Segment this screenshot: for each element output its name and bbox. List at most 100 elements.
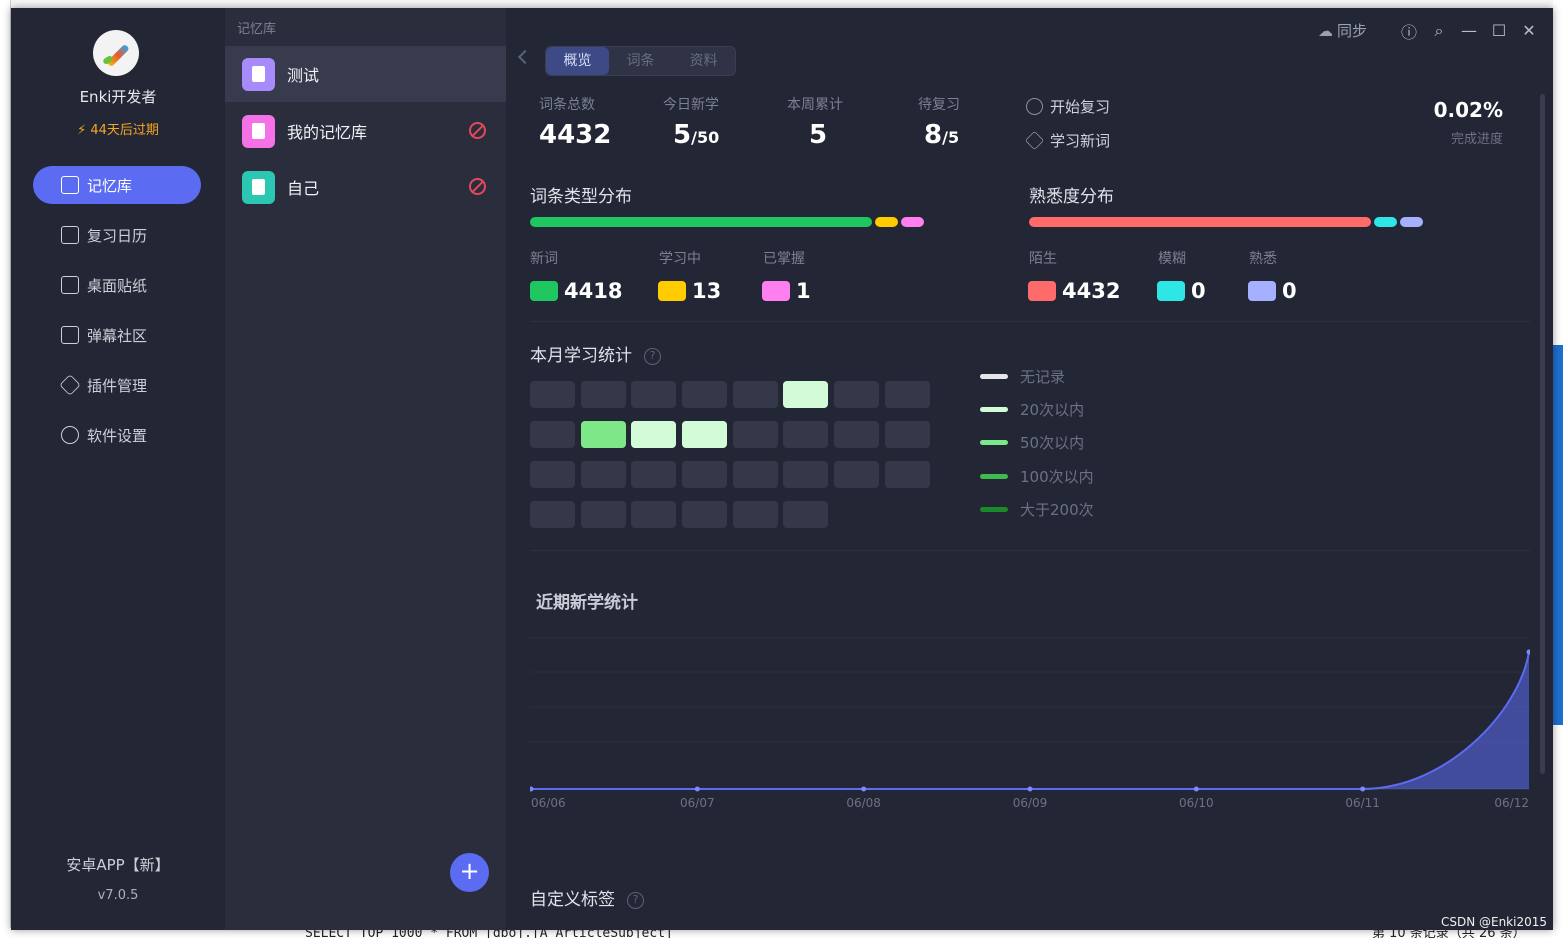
heatmap-cell[interactable] [732,421,778,448]
library-item[interactable]: 自己 [225,159,506,215]
android-app-link[interactable]: 安卓APP【新】 [11,854,225,875]
type-bar-learning [875,217,898,227]
search-icon[interactable]: ⌕ [1429,21,1449,41]
document-icon [61,176,79,194]
heatmap-cell[interactable] [834,381,880,408]
stat-label: 今日新学 [663,97,719,113]
chart-area [531,652,1529,789]
heatmap-cell[interactable] [783,501,829,528]
heatmap-cell[interactable] [530,381,575,408]
start-review-button[interactable]: 开始复习 [1026,96,1110,117]
heatmap-cell[interactable] [783,381,829,408]
heatmap-cell[interactable] [580,381,626,408]
heatmap-cell[interactable] [834,461,880,488]
type-dist-title: 词条类型分布 [530,187,632,207]
chart-point [1193,786,1199,792]
month-heatmap [530,381,930,528]
heatmap-cell[interactable] [732,501,778,528]
section-divider [530,321,1530,322]
chart-point [530,786,534,792]
minimize-icon[interactable]: — [1459,21,1479,41]
heatmap-cell[interactable] [580,501,626,528]
expire-badge: ⚡ 44天后过期 [11,119,225,138]
heatmap-cell[interactable] [732,461,778,488]
notebook-icon [242,57,275,91]
month-stats-title: 本月学习统计? [530,341,661,366]
type-bar-new [530,217,872,227]
heatmap-legend-item: 大于200次 [980,499,1094,520]
help-icon[interactable]: ? [644,348,661,365]
stat-label: 待复习 [918,97,960,113]
cube-icon [59,374,81,396]
disabled-icon[interactable] [469,178,486,195]
heatmap-cell[interactable] [884,421,930,448]
heatmap-cell[interactable] [530,501,575,528]
sidebar-item-sticker[interactable]: 桌面贴纸 [33,266,201,304]
heatmap-cell[interactable] [682,461,728,488]
heatmap-legend-item: 100次以内 [980,466,1094,487]
heatmap-cell[interactable] [631,461,677,488]
sidebar-item-label: 插件管理 [87,376,148,395]
heatmap-cell[interactable] [682,381,728,408]
heatmap-cell[interactable] [834,421,880,448]
stat-value: 5 [809,120,828,150]
sidebar-item-community[interactable]: 弹幕社区 [33,316,201,354]
section-divider [530,550,1530,551]
heatmap-cell[interactable] [631,421,677,448]
sidebar-item-label: 弹幕社区 [87,326,148,345]
start-review-label: 开始复习 [1050,98,1111,116]
stat-today: 今日新学 5/50 [663,94,719,150]
sidebar-item-settings[interactable]: 软件设置 [33,416,201,454]
library-item[interactable]: 测试 [225,46,506,102]
notebook-icon [242,114,275,148]
type-value-new: 4418 [530,279,622,303]
library-header: 记忆库 [237,22,277,37]
chart-x-tick-label: 06/07 [680,796,715,810]
maximize-icon[interactable]: ☐ [1489,21,1509,41]
disabled-icon[interactable] [469,122,486,139]
learn-new-button[interactable]: 学习新词 [1024,130,1110,151]
tab-overview[interactable]: 概览 [546,47,609,75]
heatmap-cell[interactable] [884,461,930,488]
add-library-button[interactable]: + [450,853,489,892]
tab-materials[interactable]: 资料 [672,47,735,75]
heatmap-cell[interactable] [682,501,728,528]
stat-value: 4432 [539,120,612,150]
heatmap-cell[interactable] [783,461,829,488]
sync-button[interactable]: ☁ 同步 [1318,20,1367,41]
back-arrow-icon[interactable] [517,49,533,65]
heatmap-cell[interactable] [732,381,778,408]
avatar[interactable] [93,30,139,76]
heatmap-cell[interactable] [682,421,728,448]
vip-icon: ⚡ [77,123,87,138]
app-version: v7.0.5 [97,888,139,903]
sync-label: 同步 [1336,22,1367,40]
heatmap-cell[interactable] [530,461,575,488]
chart-x-tick-label: 06/06 [531,796,566,810]
heatmap-cell[interactable] [580,461,626,488]
library-item[interactable]: 我的记忆库 [225,103,506,159]
tab-entries[interactable]: 词条 [609,47,672,75]
heatmap-cell[interactable] [580,421,626,448]
chart-series-line [531,651,1530,790]
heatmap-cell[interactable] [631,501,677,528]
heatmap-cell[interactable] [783,421,829,448]
stat-label: 词条总数 [539,97,595,113]
sidebar-item-library[interactable]: 记忆库 [33,166,201,204]
library-item-name: 我的记忆库 [287,123,368,142]
close-icon[interactable]: ✕ [1519,21,1539,41]
heatmap-legend-item: 20次以内 [980,399,1084,420]
heatmap-cell[interactable] [631,381,677,408]
main-scrollbar[interactable] [1540,94,1545,774]
type-label-learning: 学习中 [659,251,701,267]
fam-label-strange: 陌生 [1029,251,1057,267]
expire-text: 44天后过期 [90,123,159,138]
heatmap-cell[interactable] [530,421,575,448]
heatmap-cell[interactable] [884,381,930,408]
chart-x-tick-label: 06/08 [846,796,881,810]
alarm-icon [1026,98,1043,115]
help-icon[interactable]: ⓘ [1399,21,1419,42]
help-icon[interactable]: ? [627,892,644,909]
sidebar-item-plugins[interactable]: 插件管理 [33,366,201,404]
sidebar-item-calendar[interactable]: 复习日历 [33,216,201,254]
